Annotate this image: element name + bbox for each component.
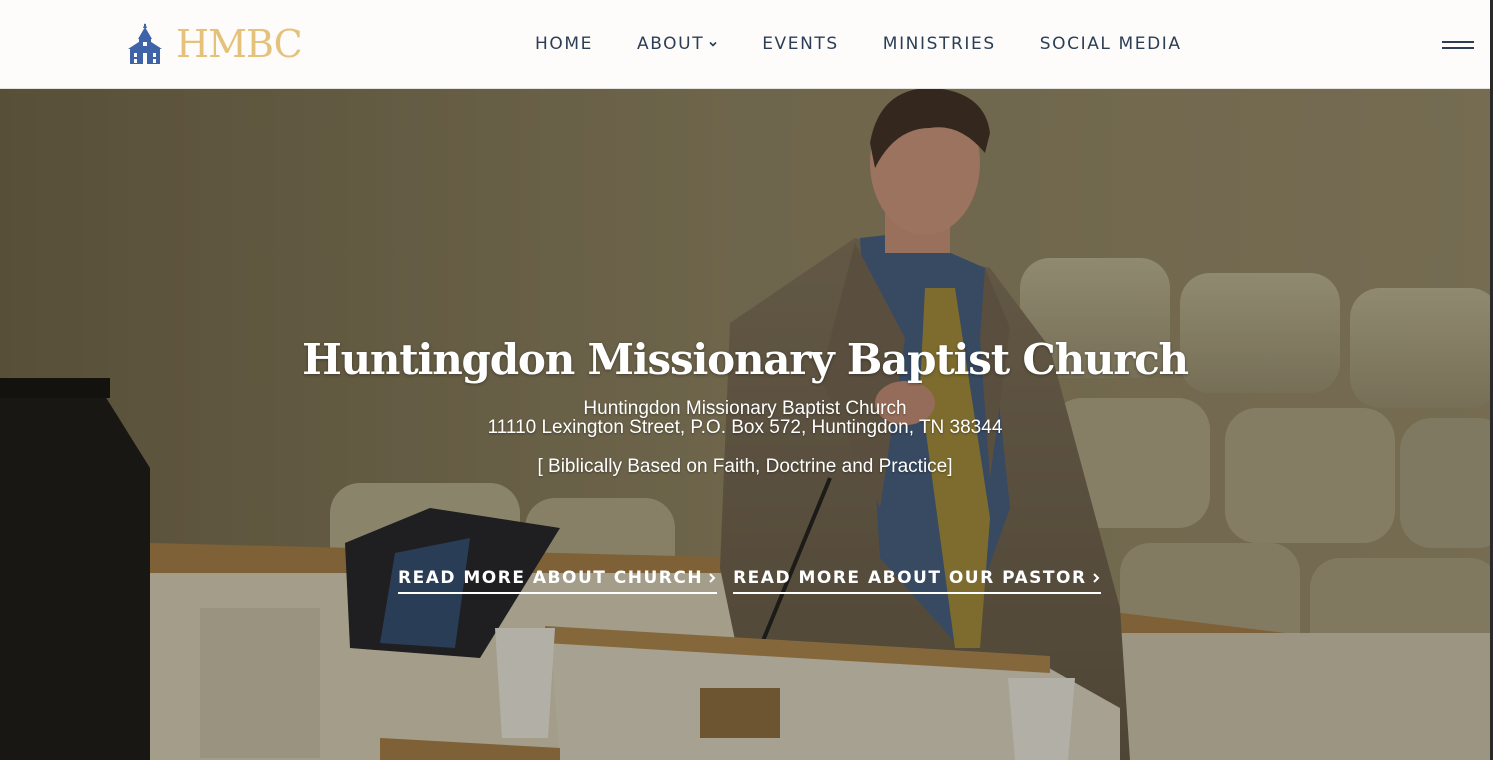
read-more-church-label: READ MORE ABOUT CHURCH	[398, 568, 704, 588]
read-more-pastor-link[interactable]: READ MORE ABOUT OUR PASTOR	[733, 568, 1101, 594]
nav-home[interactable]: HOME	[535, 34, 593, 54]
chevron-down-icon	[709, 41, 717, 47]
hero-section: Huntingdon Missionary Baptist Church Hun…	[0, 88, 1490, 760]
nav-social-media[interactable]: SOCIAL MEDIA	[1040, 34, 1182, 54]
hero-tagline: [ Biblically Based on Faith, Doctrine an…	[537, 456, 953, 477]
hero-cta-row: READ MORE ABOUT CHURCH READ MORE ABOUT O…	[398, 568, 1101, 594]
main-nav: HOME ABOUT EVENTS MINISTRIES SOCIAL MEDI…	[535, 0, 1182, 88]
hero-church-name: Huntingdon Missionary Baptist Church	[583, 398, 907, 419]
hamburger-line	[1442, 47, 1474, 49]
read-more-pastor-label: READ MORE ABOUT OUR PASTOR	[733, 568, 1087, 588]
nav-ministries[interactable]: MINISTRIES	[883, 34, 996, 54]
read-more-church-link[interactable]: READ MORE ABOUT CHURCH	[398, 568, 718, 594]
church-icon	[128, 23, 162, 64]
nav-about[interactable]: ABOUT	[637, 34, 718, 54]
nav-about-label: ABOUT	[636, 34, 705, 54]
hamburger-menu-icon[interactable]	[1442, 41, 1474, 51]
site-logo[interactable]: HMBC	[128, 22, 303, 66]
chevron-right-icon	[709, 573, 716, 583]
chevron-right-icon	[1092, 573, 1099, 583]
nav-events[interactable]: EVENTS	[762, 34, 839, 54]
hero-title: Huntingdon Missionary Baptist Church	[302, 335, 1189, 384]
hamburger-line	[1442, 41, 1474, 43]
logo-text: HMBC	[176, 22, 303, 66]
hero-address: 11110 Lexington Street, P.O. Box 572, Hu…	[487, 417, 1003, 438]
site-header: HMBC HOME ABOUT EVENTS MINISTRIES SOCIAL…	[0, 0, 1490, 89]
